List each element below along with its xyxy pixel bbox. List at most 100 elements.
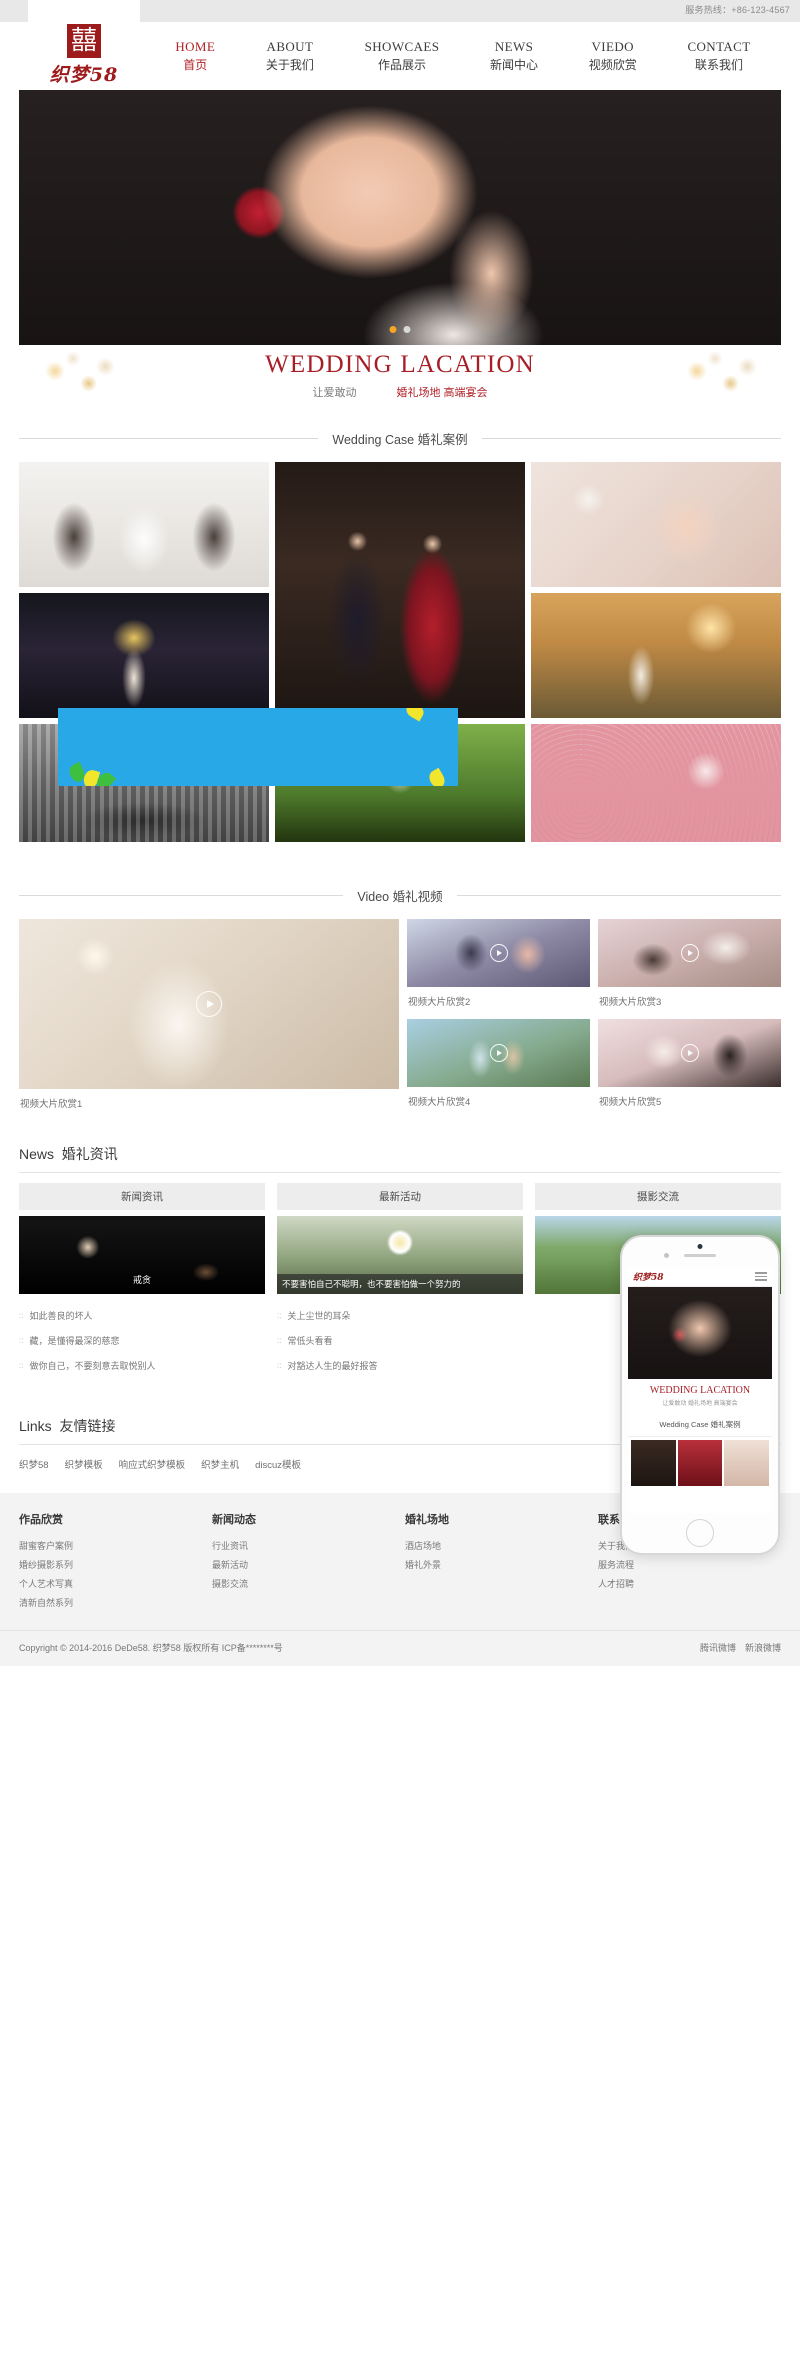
friendly-link[interactable]: discuz模板 (255, 1457, 301, 1471)
news-tab-2[interactable]: 最新活动 (277, 1183, 523, 1210)
video-section-title: Video 婚礼视频 (19, 886, 781, 905)
case-thumb-1[interactable] (19, 462, 269, 587)
play-icon-featured[interactable] (196, 991, 222, 1017)
copyright-bar-inner: Copyright © 2014-2016 DeDe58. 织梦58 版权所有 … (19, 1631, 781, 1666)
nav-item-showcase[interactable]: SHOWCAES 作品展示 (365, 38, 440, 74)
wedding-case-section-title: Wedding Case 婚礼案例 (19, 429, 781, 448)
news-list-item[interactable]: :: 常低头看看 (277, 1328, 523, 1353)
phone-case-thumb-2[interactable] (677, 1440, 723, 1486)
footer-column-venue-title: 婚礼场地 (405, 1514, 449, 1526)
phone-case-thumb-3[interactable] (724, 1440, 769, 1486)
social-links: 腾讯微博 新浪微博 (700, 1641, 781, 1654)
case-thumb-8[interactable] (531, 724, 781, 842)
video-item-3-caption: 视频大片欣赏3 (599, 997, 662, 1008)
footer-link[interactable]: 最新活动 (212, 1555, 395, 1574)
video-item-2[interactable]: 视频大片欣赏2 (407, 919, 590, 1011)
phone-mockup: 织梦58 WEDDING LACATION 让爱敢动 婚礼场地 高端宴会 Wed… (620, 1235, 780, 1555)
video-item-3-thumb[interactable] (598, 919, 781, 987)
links-title-en: Links (19, 1418, 52, 1434)
case-thumb-5[interactable] (531, 593, 781, 718)
video-item-5[interactable]: 视频大片欣赏5 (598, 1018, 781, 1111)
footer-link[interactable]: 行业资讯 (212, 1536, 395, 1555)
friendly-link[interactable]: 织梦主机 (201, 1457, 239, 1471)
phone-home-button[interactable] (686, 1519, 714, 1547)
nav-item-contact-cn: 联系我们 (695, 57, 744, 72)
phone-screen: 织梦58 WEDDING LACATION 让爱敢动 婚礼场地 高端宴会 Wed… (628, 1267, 772, 1513)
news-image-2[interactable]: 不要害怕自己不聪明，也不要害怕做一个努力的 (277, 1216, 523, 1294)
video-item-2-thumb[interactable] (407, 919, 590, 987)
nav-item-video[interactable]: VIEDO 视频欣赏 (589, 38, 637, 74)
phone-speaker-icon (684, 1254, 716, 1257)
phone-hero-caption: WEDDING LACATION 让爱敢动 婚礼场地 高端宴会 (628, 1379, 772, 1413)
case-thumb-3[interactable] (531, 462, 781, 587)
blue-overlay-white-frame (58, 708, 458, 786)
footer-link[interactable]: 服务流程 (598, 1555, 781, 1574)
phone-case-thumb-1[interactable] (631, 1440, 676, 1486)
news-divider (19, 1172, 781, 1173)
video-item-4-caption: 视频大片欣赏4 (408, 1096, 471, 1108)
friendly-link[interactable]: 响应式织梦模板 (119, 1457, 186, 1471)
phone-header: 织梦58 (628, 1267, 772, 1287)
video-item-2-caption: 视频大片欣赏2 (408, 997, 471, 1008)
hero-dot-1[interactable] (389, 326, 397, 333)
news-list-item[interactable]: :: 如此善良的坏人 (19, 1303, 265, 1328)
phone-section-title: Wedding Case 婚礼案例 (628, 1413, 772, 1437)
footer-link[interactable]: 人才招聘 (598, 1574, 781, 1593)
nav-item-home[interactable]: HOME 首页 (175, 38, 215, 74)
nav-item-news-en: NEWS (494, 38, 534, 54)
hamburger-menu-icon[interactable] (755, 1270, 767, 1283)
play-icon-4[interactable] (489, 1043, 508, 1062)
news-tab-1[interactable]: 新闻资讯 (19, 1183, 265, 1210)
nav-item-contact[interactable]: CONTACT 联系我们 (687, 38, 750, 74)
play-icon-2[interactable] (489, 944, 508, 962)
nav-item-video-en: VIEDO (591, 38, 634, 54)
news-image-1[interactable]: 戒贪 (19, 1216, 265, 1294)
news-list-item[interactable]: :: 关上尘世的耳朵 (277, 1303, 523, 1328)
phone-sensor-icon (697, 1244, 703, 1249)
nav-item-home-cn: 首页 (183, 57, 208, 72)
play-icon-5[interactable] (680, 1043, 699, 1062)
service-hotline: 服务热线：+86-123-4567 (685, 5, 790, 15)
case-thumb-2[interactable] (275, 462, 525, 718)
video-featured-thumb[interactable] (19, 919, 399, 1089)
nav-item-showcase-en: SHOWCAES (364, 38, 440, 54)
hero-subtitle: 让爱敢动 婚礼场地 高端宴会 (312, 384, 487, 400)
nav-item-about-en: ABOUT (266, 38, 314, 54)
news-item-text: 常低头看看 (287, 1336, 333, 1346)
social-link-weibo[interactable]: 新浪微博 (745, 1641, 781, 1654)
news-list-item[interactable]: :: 做你自己，不要刻意去取悦别人 (19, 1353, 265, 1378)
friendly-link[interactable]: 织梦模板 (65, 1457, 103, 1471)
social-link-tencent[interactable]: 腾讯微博 (700, 1641, 736, 1654)
nav-item-about[interactable]: ABOUT 关于我们 (266, 38, 314, 74)
hero-dot-2[interactable] (403, 326, 411, 333)
bullet-icon: :: (277, 1311, 282, 1320)
logo-notch (28, 0, 140, 22)
news-list-item[interactable]: :: 对豁达人生的最好报答 (277, 1353, 523, 1378)
footer-link[interactable]: 摄影交流 (212, 1574, 395, 1593)
news-list-item[interactable]: :: 藏，是懂得最深的慈悲 (19, 1328, 265, 1353)
footer-link[interactable]: 清新自然系列 (19, 1593, 202, 1612)
links-title-cn: 友情链接 (59, 1418, 116, 1434)
hero-slider[interactable]: WEDDING LACATION 让爱敢动 婚礼场地 高端宴会 (19, 90, 781, 407)
news-tab-3[interactable]: 摄影交流 (535, 1183, 781, 1210)
video-item-4[interactable]: 视频大片欣赏4 (407, 1018, 590, 1111)
blue-overlay-panel[interactable] (58, 708, 458, 786)
footer-link[interactable]: 婚礼外景 (405, 1555, 588, 1574)
video-item-5-thumb[interactable] (598, 1018, 781, 1087)
site-logo[interactable]: 囍 织梦58 (0, 22, 140, 90)
friendly-link[interactable]: 织梦58 (19, 1457, 49, 1471)
footer-link[interactable]: 酒店场地 (405, 1536, 588, 1555)
footer-link[interactable]: 婚纱摄影系列 (19, 1555, 202, 1574)
nav-item-news[interactable]: NEWS 新闻中心 (490, 38, 538, 74)
case-thumb-4[interactable] (19, 593, 269, 718)
video-item-3[interactable]: 视频大片欣赏3 (598, 919, 781, 1011)
hero-photo (19, 90, 781, 345)
video-item-4-thumb[interactable] (407, 1018, 590, 1087)
footer-link[interactable]: 个人艺术写真 (19, 1574, 202, 1593)
play-icon-3[interactable] (680, 944, 699, 962)
video-gallery: 视频大片欣赏1 视频大片欣赏2 视频大片欣赏3 视频大片欣赏4 视频大片欣赏5 (19, 919, 781, 1110)
video-featured[interactable]: 视频大片欣赏1 (19, 919, 399, 1110)
footer-link[interactable]: 甜蜜客户案例 (19, 1536, 202, 1555)
copyright-bar: Copyright © 2014-2016 DeDe58. 织梦58 版权所有 … (0, 1630, 800, 1666)
news-item-text: 做你自己，不要刻意去取悦别人 (29, 1361, 156, 1371)
